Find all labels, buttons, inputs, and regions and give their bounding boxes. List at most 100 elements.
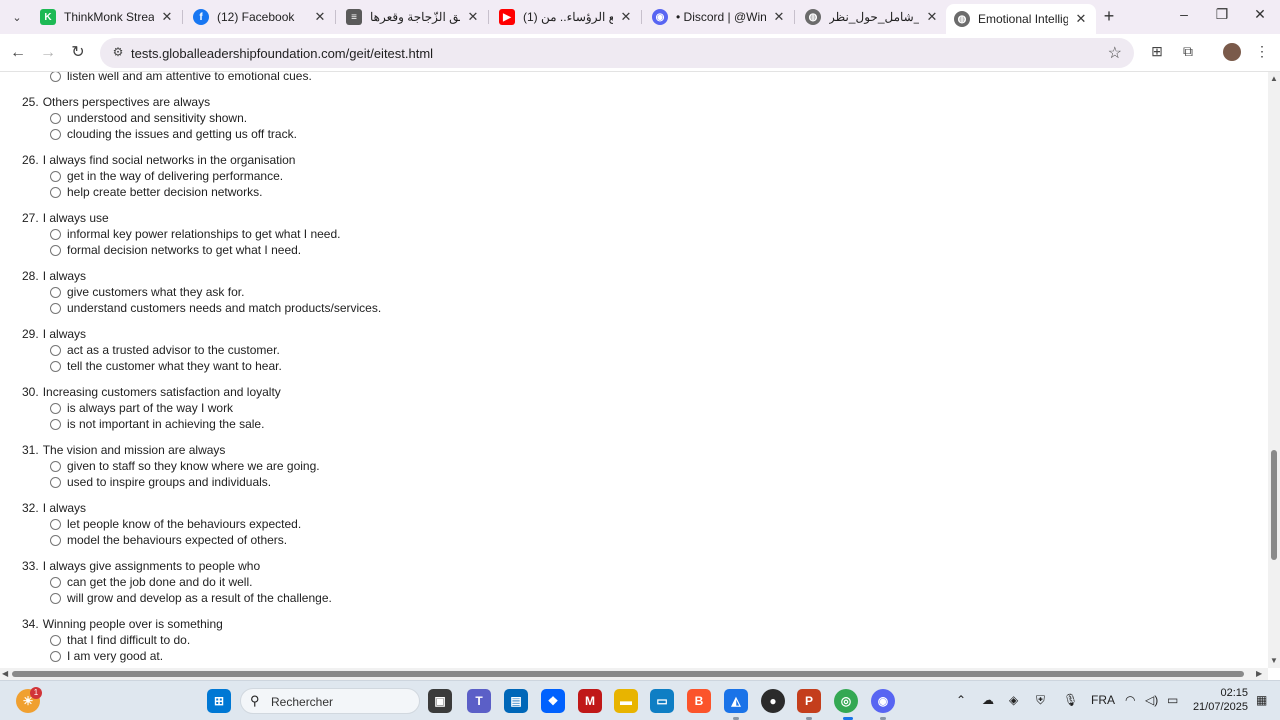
start-icon[interactable]: ⊞ [207, 689, 231, 713]
answer-option[interactable]: is not important in achieving the sale. [50, 417, 264, 431]
answer-option[interactable]: tell the customer what they want to hear… [50, 359, 282, 373]
obs-icon[interactable]: ● [761, 689, 785, 713]
answer-option[interactable]: clouding the issues and getting us off t… [50, 127, 297, 141]
minimize-button[interactable]: – [1173, 6, 1195, 26]
scroll-up-icon[interactable]: ▲ [1270, 74, 1278, 83]
app-icon[interactable]: ◭ [724, 689, 748, 713]
taskbar-search[interactable]: ⚲ Rechercher [240, 688, 420, 714]
horizontal-scrollbar[interactable]: ◀ ▶ [0, 668, 1268, 680]
close-icon[interactable]: ✕ [466, 9, 480, 25]
answer-option[interactable]: act as a trusted advisor to the customer… [50, 343, 280, 357]
close-icon[interactable]: ✕ [313, 9, 327, 25]
scroll-left-icon[interactable]: ◀ [2, 669, 8, 678]
radio-button[interactable] [50, 460, 61, 472]
teams-icon[interactable]: T [467, 689, 491, 713]
radio-button[interactable] [50, 244, 61, 256]
close-icon[interactable]: ✕ [925, 9, 939, 25]
monitor-app-icon[interactable]: ▭ [650, 689, 674, 713]
close-icon[interactable]: ✕ [160, 9, 174, 25]
tab-research[interactable]: ◍ بحث_شامل_حول_نظر ✕ [797, 4, 947, 30]
answer-option[interactable]: help create better decision networks. [50, 185, 262, 199]
restore-button[interactable]: ❐ [1211, 6, 1233, 26]
tab-thinkmonk[interactable]: K ThinkMonk Stream - ✕ [32, 4, 182, 30]
radio-button[interactable] [50, 592, 61, 604]
tab-search-icon[interactable]: ⌄ [6, 7, 28, 27]
profile-avatar[interactable] [1223, 43, 1241, 61]
tab-facebook[interactable]: f (12) Facebook ✕ [185, 4, 335, 30]
answer-option[interactable]: informal key power relationships to get … [50, 227, 340, 241]
answer-option[interactable]: formal decision networks to get what I n… [50, 243, 301, 257]
answer-option[interactable]: model the behaviours expected of others. [50, 533, 287, 547]
dropbox-icon[interactable]: ❖ [541, 689, 565, 713]
microphone-icon[interactable]: 🎙 [1063, 693, 1078, 707]
forward-button[interactable]: → [37, 42, 59, 64]
answer-option[interactable]: give customers what they ask for. [50, 285, 244, 299]
clock[interactable]: 02:15 21/07/2025 [1188, 686, 1248, 714]
radio-button[interactable] [50, 418, 61, 430]
answer-option[interactable]: understood and sensitivity shown. [50, 111, 247, 125]
horizontal-scroll-thumb[interactable] [12, 671, 1244, 677]
close-icon[interactable]: ✕ [619, 9, 633, 25]
tab-youtube[interactable]: ▶ (1) صانع الرؤساء.. من ✕ [491, 4, 641, 30]
volume-icon[interactable]: ◁) [1145, 693, 1158, 707]
reload-button[interactable]: ↻ [67, 42, 89, 64]
radio-button[interactable] [50, 286, 61, 298]
radio-button[interactable] [50, 302, 61, 314]
notifications-icon[interactable]: ▦ [1256, 693, 1267, 707]
discord-taskbar-icon[interactable]: ◉ [871, 689, 895, 713]
option-previous[interactable]: listen well and am attentive to emotiona… [50, 72, 312, 83]
language-indicator[interactable]: FRA [1091, 693, 1115, 707]
powerpoint-icon[interactable]: P [797, 689, 821, 713]
answer-option[interactable]: understand customers needs and match pro… [50, 301, 381, 315]
brave-icon[interactable]: B [687, 689, 711, 713]
site-info-icon[interactable]: ⚙ [110, 45, 126, 61]
vertical-scrollbar[interactable]: ▲ ▼ [1268, 72, 1280, 668]
radio-button[interactable] [50, 576, 61, 588]
onedrive-icon[interactable]: ☁ [982, 693, 994, 707]
task-view-icon[interactable]: ▣ [428, 689, 452, 713]
vertical-scroll-thumb[interactable] [1271, 450, 1277, 560]
address-bar[interactable]: ⚙ tests.globalleadershipfoundation.com/g… [100, 38, 1134, 68]
mcafee-icon[interactable]: M [578, 689, 602, 713]
radio-button[interactable] [50, 518, 61, 530]
scroll-down-icon[interactable]: ▼ [1270, 656, 1278, 665]
radio-button[interactable] [50, 402, 61, 414]
radio-button[interactable] [50, 344, 61, 356]
radio-button[interactable] [50, 634, 61, 646]
mcafee-tray-icon[interactable]: ◈ [1009, 693, 1018, 707]
tab-emotional-intelligence[interactable]: ◍ Emotional Intelligenc ✕ [946, 4, 1096, 34]
battery-icon[interactable]: ▭ [1167, 693, 1178, 707]
radio-button[interactable] [50, 128, 61, 140]
store-icon[interactable]: ▤ [504, 689, 528, 713]
wifi-icon[interactable]: ◠ [1125, 693, 1135, 707]
answer-option[interactable]: let people know of the behaviours expect… [50, 517, 301, 531]
extensions-icon[interactable]: ⧉ [1178, 43, 1198, 63]
translate-icon[interactable]: ⊞ [1147, 43, 1167, 63]
scroll-right-icon[interactable]: ▶ [1256, 669, 1262, 678]
new-tab-button[interactable]: + [1100, 7, 1118, 26]
answer-option[interactable]: that I find difficult to do. [50, 633, 190, 647]
answer-option[interactable]: will grow and develop as a result of the… [50, 591, 332, 605]
radio-button[interactable] [50, 112, 61, 124]
tab-discord[interactable]: ◉ • Discord | @Winter ✕ [644, 4, 794, 30]
menu-kebab-icon[interactable]: ⋮ [1252, 43, 1272, 63]
answer-option[interactable]: get in the way of delivering performance… [50, 169, 283, 183]
radio-button[interactable] [50, 72, 61, 82]
security-icon[interactable]: ⛨ [1036, 693, 1045, 708]
close-icon[interactable]: ✕ [772, 9, 786, 25]
bookmark-star-icon[interactable]: ☆ [1108, 43, 1122, 63]
close-window-button[interactable]: ✕ [1249, 6, 1271, 26]
radio-button[interactable] [50, 360, 61, 372]
radio-button[interactable] [50, 650, 61, 662]
answer-option[interactable]: used to inspire groups and individuals. [50, 475, 271, 489]
tab-arabic-article[interactable]: ≡ عنق الزّجاجة وقعرها ✕ [338, 4, 488, 30]
back-button[interactable]: ← [7, 42, 29, 64]
answer-option[interactable]: I am very good at. [50, 649, 163, 663]
answer-option[interactable]: can get the job done and do it well. [50, 575, 252, 589]
chrome-icon[interactable]: ◎ [834, 689, 858, 713]
radio-button[interactable] [50, 170, 61, 182]
radio-button[interactable] [50, 534, 61, 546]
radio-button[interactable] [50, 476, 61, 488]
radio-button[interactable] [50, 228, 61, 240]
close-icon[interactable]: ✕ [1074, 11, 1088, 27]
